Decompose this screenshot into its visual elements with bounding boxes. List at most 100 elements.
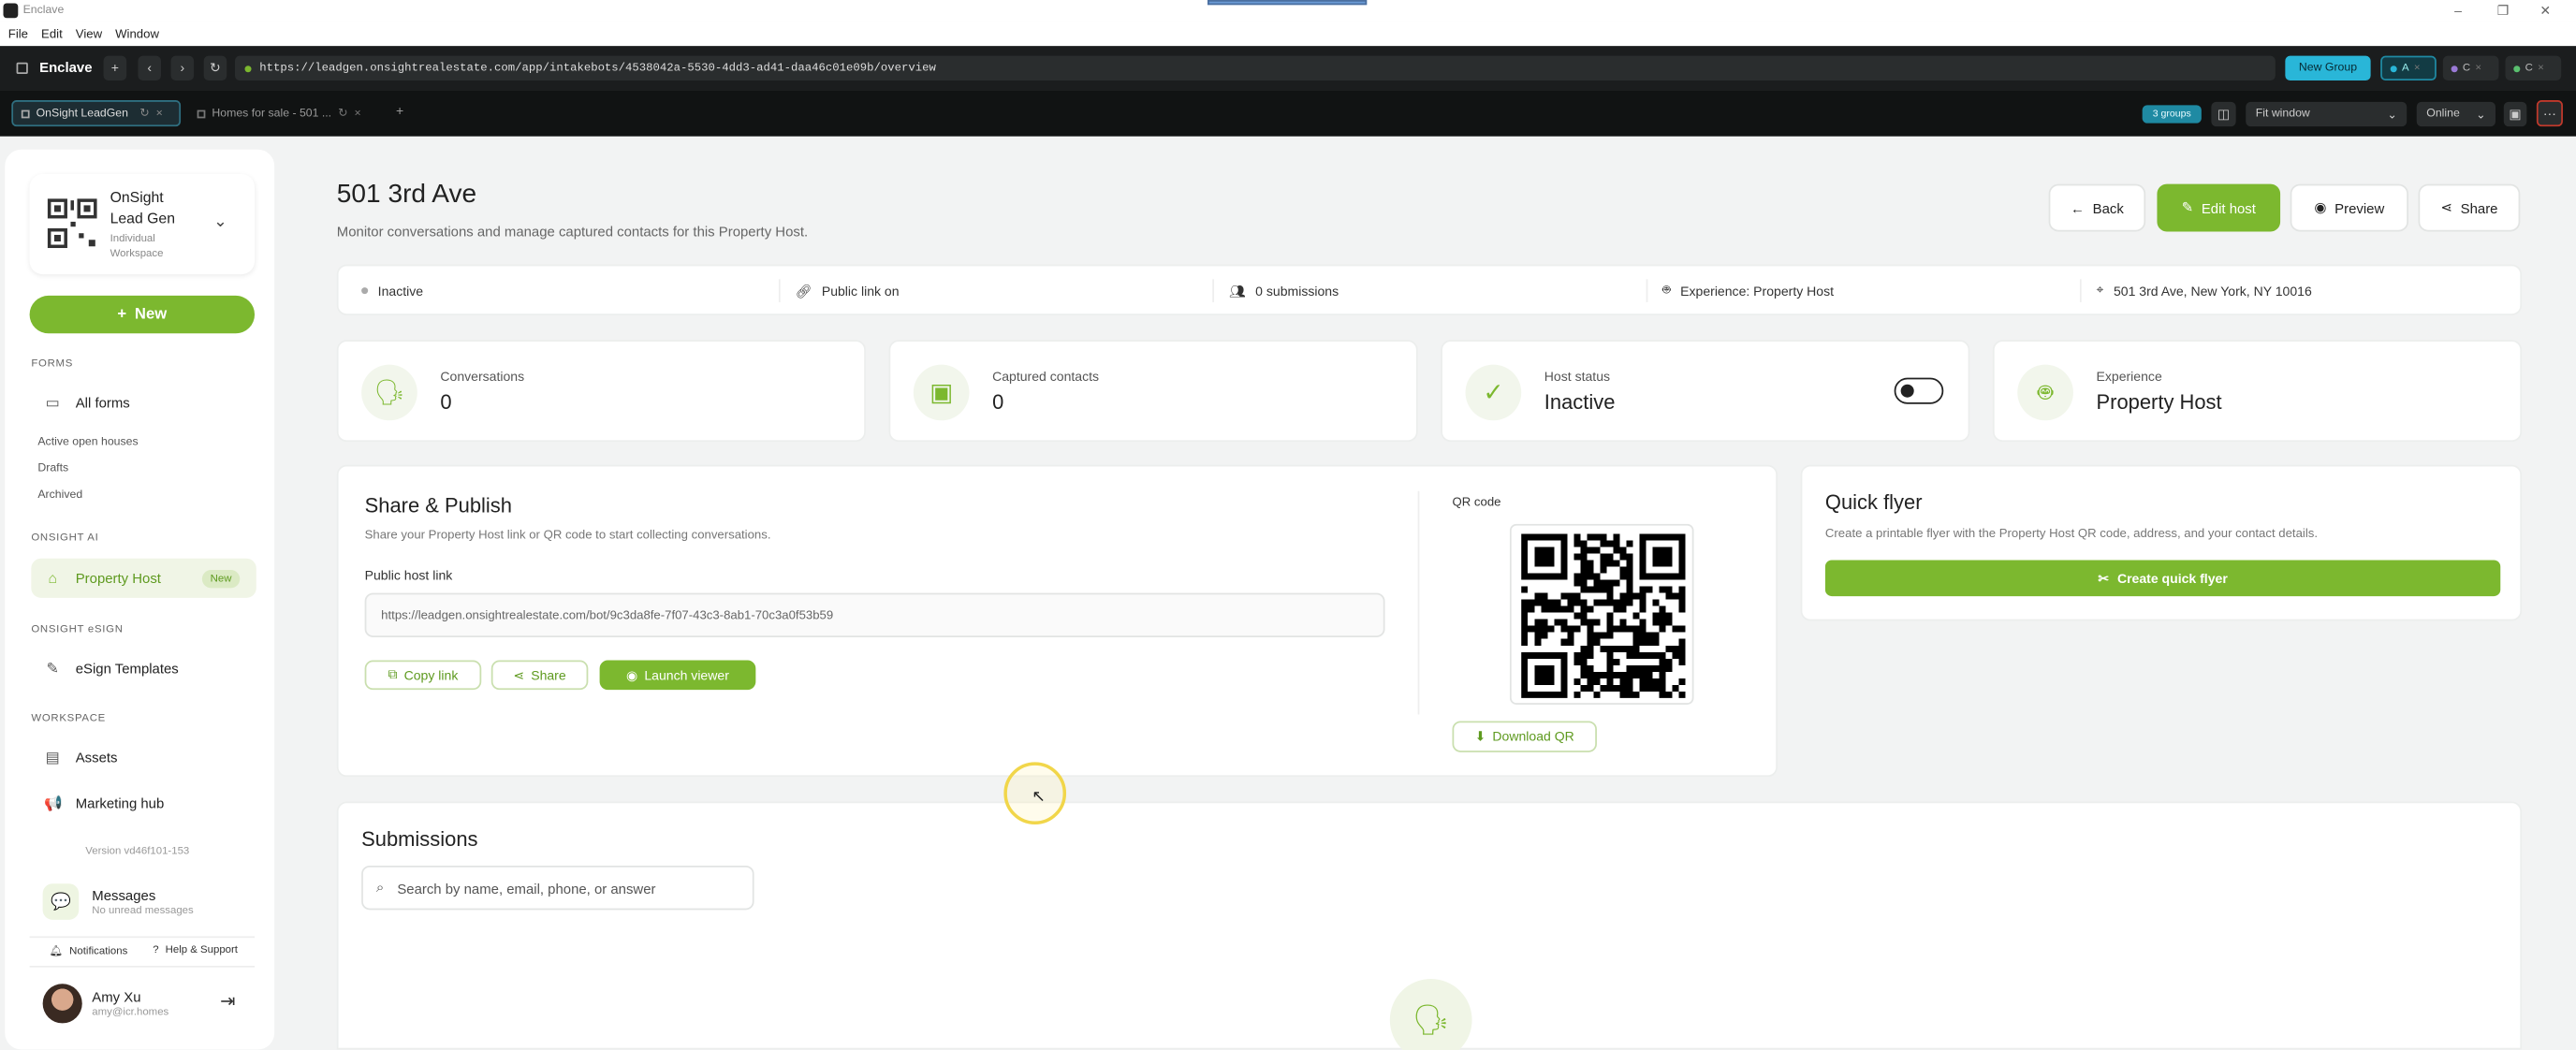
submissions-search-input[interactable]: ⌕ Search by name, email, phone, or answer xyxy=(361,865,754,911)
url-field[interactable]: https://leadgen.onsightrealestate.com/ap… xyxy=(234,55,2276,80)
new-tab-icon[interactable]: + xyxy=(103,55,127,80)
qr-code-label: QR code xyxy=(1452,494,1501,510)
tab-refresh-icon[interactable]: ↻ xyxy=(338,107,347,120)
share-link-button[interactable]: ⋖ Share xyxy=(490,660,589,691)
status-dot-icon xyxy=(361,287,369,295)
reload-icon[interactable]: ↻ xyxy=(203,55,227,80)
stat-card-host-status: ✓ Host status Inactive xyxy=(1441,340,1970,443)
brand-label: Enclave xyxy=(39,59,93,76)
menu-edit[interactable]: Edit xyxy=(41,26,63,41)
people-icon: 👥︎ xyxy=(1228,283,1246,299)
split-view-icon[interactable]: ◫ xyxy=(2211,101,2236,127)
profile-pill-c1[interactable]: C × xyxy=(2442,55,2499,80)
submissions-title: Submissions xyxy=(361,827,478,852)
tab-onsight-leadgen[interactable]: OnSight LeadGen ↻ × xyxy=(11,100,182,127)
minimize-button[interactable]: – xyxy=(2454,4,2462,19)
sidebar-item-all-forms[interactable]: ▭ All forms xyxy=(31,385,256,421)
sidebar-item-marketing-hub[interactable]: 📢 Marketing hub xyxy=(31,785,256,822)
mouse-pointer-icon: ↖ xyxy=(1032,788,1046,807)
esign-section-title: ONSIGHT eSIGN xyxy=(31,623,124,636)
copy-link-button[interactable]: ⧉ Copy link xyxy=(364,660,482,691)
zoom-select[interactable]: Fit window ⌄ xyxy=(2246,101,2408,127)
preview-button[interactable]: ◉ Preview xyxy=(2290,183,2408,232)
profile-pill-a[interactable]: A × xyxy=(2380,55,2437,80)
edit-host-button[interactable]: ✎ Edit host xyxy=(2157,183,2281,232)
tab-close-icon[interactable]: × xyxy=(354,108,360,119)
robot-icon: 🤖︎ xyxy=(2017,364,2073,421)
assets-icon: ▤ xyxy=(45,749,60,766)
enclave-logo-icon xyxy=(16,62,28,74)
profile-pill-c2[interactable]: C × xyxy=(2505,55,2562,80)
secure-dot-icon xyxy=(244,65,252,72)
submissions-card: Submissions ⌕ Search by name, email, phon… xyxy=(336,801,2523,1050)
location-pin-icon: ⌖ xyxy=(2096,282,2104,298)
workspace-switcher[interactable]: OnSight Lead Gen Individual Workspace ⌄ xyxy=(30,174,255,274)
magic-icon: ✂ xyxy=(2098,570,2110,586)
qr-logo-icon xyxy=(46,197,98,250)
host-status-toggle[interactable] xyxy=(1894,377,1944,404)
user-name: Amy Xu xyxy=(92,988,141,1006)
stat-value: 0 xyxy=(440,390,452,415)
share-publish-card: Share & Publish Share your Property Host… xyxy=(336,464,1778,778)
workspace-type-2: Workspace xyxy=(110,248,164,260)
stat-value: Inactive xyxy=(1544,390,1616,415)
sidebar-item-property-host[interactable]: ⌂ Property Host New xyxy=(31,558,256,598)
menu-view[interactable]: View xyxy=(76,26,102,41)
public-host-link-label: Public host link xyxy=(364,568,453,584)
more-menu-icon[interactable]: ⋯ xyxy=(2536,100,2563,127)
tab-bar: OnSight LeadGen ↻ × Homes for sale - 501… xyxy=(0,90,2576,137)
plus-icon: + xyxy=(117,305,127,324)
window-titlebar: Enclave – ❐ ✕ xyxy=(0,0,2576,22)
chat-icon: 💬 xyxy=(42,883,80,920)
share-header-button[interactable]: ⋖ Share xyxy=(2418,183,2521,232)
bell-icon: 🔔︎ xyxy=(49,945,64,958)
status-select[interactable]: Online ⌄ xyxy=(2416,101,2496,127)
eye-icon: ◉ xyxy=(2314,198,2327,215)
check-circle-icon: ✓ xyxy=(1465,364,1522,421)
add-tab-icon[interactable]: + xyxy=(396,104,403,119)
sidebar-item-archived[interactable]: Archived xyxy=(37,489,82,501)
qr-code-image xyxy=(1509,523,1694,705)
download-icon: ⬇ xyxy=(1474,729,1486,745)
app-title: Enclave xyxy=(22,5,65,17)
help-support-button[interactable]: ? Help & Support xyxy=(153,944,238,955)
tab-homes-for-sale[interactable]: Homes for sale - 501 ... ↻ × xyxy=(189,100,387,126)
launch-viewer-button[interactable]: ◉ Launch viewer xyxy=(599,660,756,691)
sidebar-item-assets[interactable]: ▤ Assets xyxy=(31,739,256,776)
forward-nav-icon[interactable]: › xyxy=(170,55,195,80)
tab-close-icon[interactable]: × xyxy=(156,108,163,119)
notifications-button[interactable]: 🔔︎ Notifications xyxy=(50,944,128,957)
stat-label: Experience xyxy=(2096,369,2162,385)
address-bar: Enclave + ‹ › ↻ https://leadgen.onsightr… xyxy=(0,46,2576,91)
quick-flyer-title: Quick flyer xyxy=(1824,490,1923,515)
new-group-button[interactable]: New Group xyxy=(2285,55,2371,80)
close-button[interactable]: ✕ xyxy=(2539,4,2551,19)
share-publish-title: Share & Publish xyxy=(364,494,512,518)
maximize-button[interactable]: ❐ xyxy=(2497,4,2510,19)
public-host-link-field[interactable]: https://leadgen.onsightrealestate.com/bo… xyxy=(364,592,1385,637)
logout-icon[interactable]: ⇥ xyxy=(220,990,235,1012)
forms-icon: ▭ xyxy=(45,394,60,411)
tab-refresh-icon[interactable]: ↻ xyxy=(139,107,149,120)
groups-badge[interactable]: 3 groups xyxy=(2142,105,2202,124)
sidebar-item-esign-templates[interactable]: ✎ eSign Templates xyxy=(31,650,256,687)
create-quick-flyer-button[interactable]: ✂ Create quick flyer xyxy=(1824,560,2501,597)
avatar[interactable] xyxy=(42,984,82,1024)
messages-card[interactable]: 💬 Messages No unread messages xyxy=(30,872,255,931)
screenshot-icon[interactable]: ▣ xyxy=(2503,101,2527,127)
sidebar-item-active-open-houses[interactable]: Active open houses xyxy=(37,437,138,448)
menu-window[interactable]: Window xyxy=(115,26,159,41)
menu-file[interactable]: File xyxy=(8,26,28,41)
new-button[interactable]: + New xyxy=(29,295,256,334)
address-info: ⌖ 501 3rd Ave, New York, NY 10016 xyxy=(2096,282,2312,299)
chevron-down-icon[interactable]: ⌄ xyxy=(213,213,227,231)
sidebar-item-drafts[interactable]: Drafts xyxy=(37,463,68,474)
download-qr-button[interactable]: ⬇ Download QR xyxy=(1452,721,1597,752)
stat-label: Conversations xyxy=(440,369,525,385)
back-button[interactable]: ← Back xyxy=(2048,183,2146,232)
submissions-info: 👥︎ 0 submissions xyxy=(1228,283,1339,299)
status-info: Inactive xyxy=(361,266,423,315)
onsight-ai-section-title: ONSIGHT AI xyxy=(31,532,99,544)
back-nav-icon[interactable]: ‹ xyxy=(138,55,161,80)
link-icon: 🔗︎ xyxy=(795,283,812,299)
